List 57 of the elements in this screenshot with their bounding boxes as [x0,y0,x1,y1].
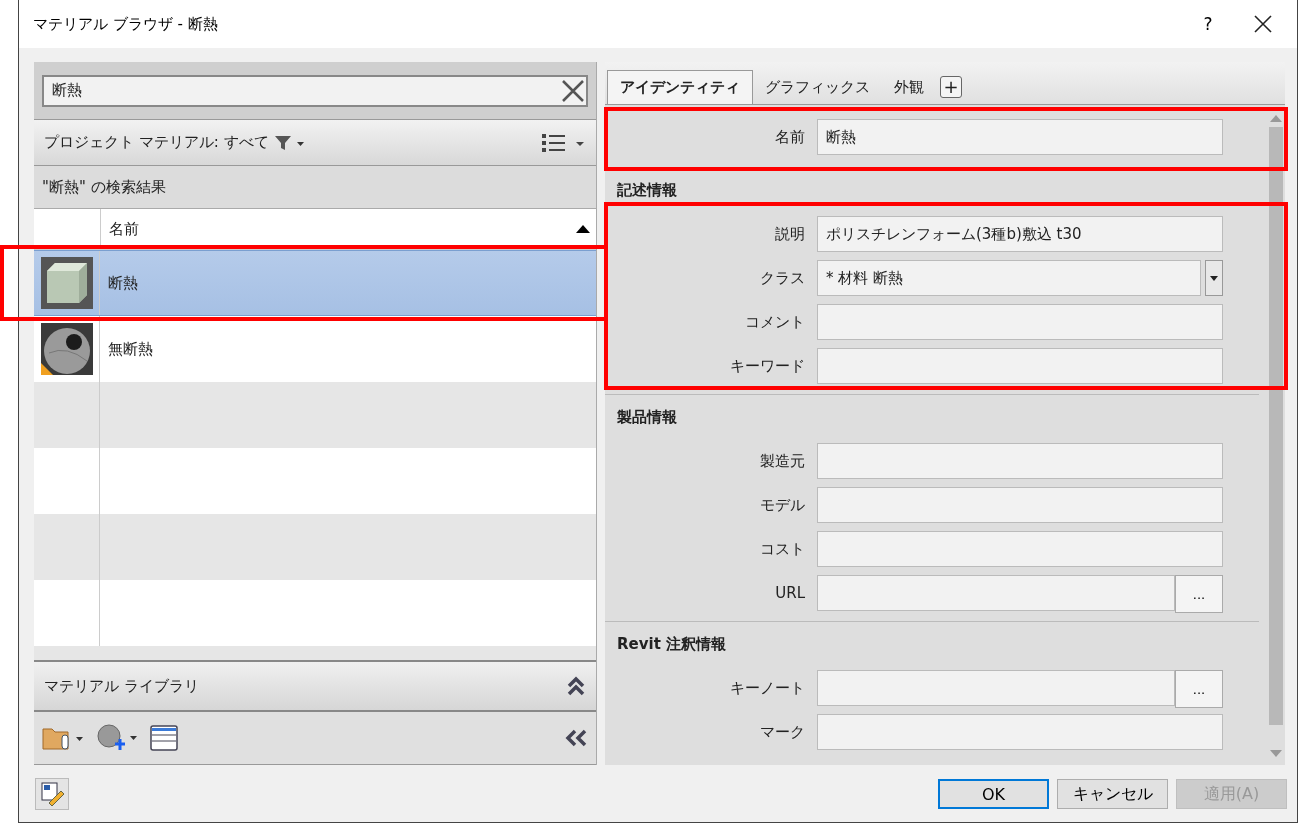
edit-icon[interactable] [35,778,69,810]
input-field[interactable] [817,348,1223,384]
field-label: URL [774,584,806,602]
sort-ascending-icon [576,224,590,234]
folder-icon[interactable] [42,725,84,751]
material-row[interactable]: 断熱 [34,250,596,316]
field-label: コスト [759,539,806,559]
scroll-down-icon[interactable] [1269,749,1283,759]
clear-icon[interactable] [560,77,586,104]
field-label: コメント [744,312,806,332]
section-title: 記述情報 [616,179,678,201]
field-label: 名前 [774,127,806,147]
section-title: 製品情報 [616,406,678,428]
material-name: 断熱 [107,273,138,293]
dialog-button[interactable]: キャンセル [1057,779,1168,809]
add-sphere-icon[interactable] [96,724,138,752]
window-title: マテリアル ブラウザ - 断熱 [32,14,219,34]
tab[interactable]: 外観 [882,70,936,104]
field-label: キーワード [729,356,806,376]
dropdown-caret-icon[interactable] [1205,260,1223,296]
field-label: モデル [759,495,806,515]
field-label: キーノート [729,678,806,698]
scroll-up-icon[interactable] [1269,113,1283,123]
search-field[interactable]: 断熱 [42,74,588,107]
filter-icon[interactable] [274,134,305,151]
field-label: 説明 [774,224,806,244]
input-field[interactable] [817,714,1223,750]
field-label: クラス [759,268,806,288]
input-field[interactable] [817,531,1223,567]
tab[interactable]: グラフィックス [753,70,882,104]
help-button[interactable]: ? [1183,14,1233,34]
input-field[interactable] [817,487,1223,523]
section-title: Revit 注釈情報 [616,633,728,655]
browse-button[interactable]: ... [1175,575,1223,613]
library-title: マテリアル ライブラリ [44,676,200,696]
input-field[interactable] [817,670,1175,706]
collapse-up-icon[interactable] [566,676,586,696]
dialog-button[interactable]: OK [938,779,1049,809]
input-field[interactable]: ポリスチレンフォーム(3種b)敷込 t30 [817,216,1223,252]
tab[interactable]: アイデンティティ [607,70,753,104]
list-view-icon[interactable] [542,132,586,153]
collapse-left-icon[interactable] [564,728,588,748]
browse-button[interactable]: ... [1175,670,1223,708]
add-tab-button[interactable]: + [940,76,962,98]
scrollbar-thumb[interactable] [1269,127,1283,725]
class-dropdown[interactable]: * 材料 断熱 [817,260,1201,296]
input-field[interactable]: 断熱 [817,119,1223,155]
field-label: 製造元 [759,451,806,471]
material-row[interactable]: 無断熱 [34,316,596,382]
input-field[interactable] [817,443,1223,479]
input-field[interactable] [817,575,1175,611]
panel-icon[interactable] [150,725,178,751]
input-field[interactable] [817,304,1223,340]
search-results-header: "断熱" の検索結果 [42,177,166,197]
field-label: マーク [759,722,806,742]
material-name: 無断熱 [107,339,153,359]
filter-label[interactable]: プロジェクト マテリアル: すべて [44,133,269,152]
